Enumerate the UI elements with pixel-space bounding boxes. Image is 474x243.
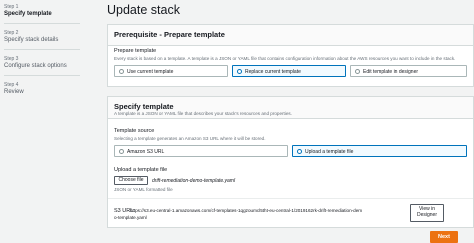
replace-current-template-option[interactable]: Replace current template [232,65,346,77]
wizard-sidebar: Step 1 Specify template Step 2 Specify s… [0,0,90,243]
page-title: Update stack [107,3,180,17]
file-format-hint: JSON or YAML formatted file [114,187,173,192]
specify-template-card: Specify template A template is a JSON or… [107,96,474,228]
radio-selected-icon [237,69,242,74]
prerequisite-card: Prerequisite - Prepare template Prepare … [107,24,474,87]
radio-icon [119,149,124,154]
option-label: Edit template in designer [363,69,419,75]
amazon-s3-url-option[interactable]: Amazon S3 URL [114,145,288,157]
step-4-number: Step 4 [4,82,19,88]
step-1-number: Step 1 [4,4,19,10]
template-source-description: Selecting a template generates an Amazon… [114,136,266,141]
step-divider [4,23,80,24]
prepare-template-description: Every stack is based on a template. A te… [114,56,456,61]
specify-template-title: Specify template [114,102,174,111]
choose-file-button[interactable]: Choose file [114,176,148,185]
step-2-number: Step 2 [4,30,19,36]
template-source-label: Template source [114,128,155,134]
option-label: Replace current template [245,69,301,75]
use-current-template-option[interactable]: Use current template [114,65,228,77]
step-3-number: Step 3 [4,56,19,62]
next-button[interactable]: Next [430,231,458,243]
section-divider [108,198,473,199]
step-3-label: Configure stack options [4,63,67,69]
upload-template-file-option[interactable]: Upload a template file [292,145,467,157]
edit-template-in-designer-option[interactable]: Edit template in designer [350,65,467,77]
option-label: Use current template [127,69,174,75]
radio-icon [355,69,360,74]
step-1-label[interactable]: Specify template [4,11,52,17]
selected-file-name: drift-remediation-demo-template.yaml [152,178,236,184]
option-label: Amazon S3 URL [127,149,165,155]
step-divider [4,49,80,50]
upload-file-label: Upload a template file [114,167,168,173]
step-divider [4,75,80,76]
step-4-label: Review [4,89,24,95]
s3-url-value-continued: o-template.yaml [114,215,147,220]
radio-selected-icon [297,149,302,154]
prerequisite-title: Prerequisite - Prepare template [114,30,225,39]
view-in-designer-button[interactable]: View in Designer [410,204,444,222]
card-header: Prerequisite - Prepare template [108,25,473,46]
s3-url-value: https://s3.eu-central-1.amazonaws.com/cf… [130,208,363,213]
option-label: Upload a template file [305,149,354,155]
specify-template-description: A template is a JSON or YAML file that d… [114,111,292,116]
radio-icon [119,69,124,74]
step-2-label: Specify stack details [4,37,59,43]
prepare-template-label: Prepare template [114,48,157,54]
